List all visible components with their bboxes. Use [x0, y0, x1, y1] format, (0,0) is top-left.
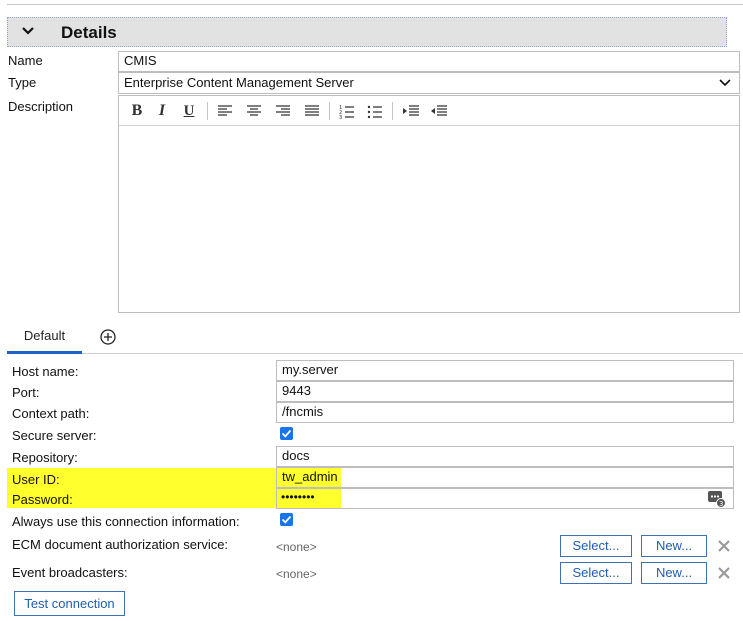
align-center-icon[interactable] [244, 101, 264, 121]
chevron-down-icon[interactable] [22, 27, 34, 35]
editor-toolbar: B I U 123 [119, 96, 739, 126]
ecm-auth-service-value: <none> [276, 540, 317, 554]
tabs-divider [7, 353, 743, 354]
checkmark-icon [281, 515, 292, 524]
user-id-label: User ID: [12, 472, 60, 487]
svg-text:3: 3 [339, 115, 342, 119]
toolbar-separator [392, 102, 393, 120]
password-label: Password: [12, 492, 73, 507]
chevron-down-icon [719, 79, 731, 87]
secure-server-checkbox[interactable] [280, 427, 293, 440]
test-connection-button[interactable]: Test connection [14, 591, 125, 616]
type-select[interactable]: Enterprise Content Management Server [118, 72, 740, 94]
checkmark-icon [281, 429, 292, 438]
svg-text:3: 3 [719, 500, 723, 508]
always-use-label: Always use this connection information: [12, 514, 240, 529]
align-right-icon[interactable] [273, 101, 293, 121]
name-label: Name [8, 53, 43, 68]
always-use-checkbox[interactable] [280, 513, 293, 526]
password-value: •••••••• [281, 490, 315, 504]
align-left-icon[interactable] [215, 101, 235, 121]
port-field[interactable]: 9443 [276, 381, 734, 402]
add-tab-icon[interactable] [100, 329, 116, 345]
italic-icon[interactable]: I [152, 101, 172, 121]
context-path-field[interactable]: /fncmis [276, 402, 734, 423]
repository-field[interactable]: docs [276, 446, 734, 467]
user-id-field[interactable]: tw_admin [276, 467, 734, 488]
context-path-label: Context path: [12, 406, 90, 421]
justify-icon[interactable] [302, 101, 322, 121]
description-label: Description [8, 99, 74, 114]
toolbar-separator [329, 102, 330, 120]
ecm-remove-icon[interactable] [717, 539, 731, 553]
event-broadcasters-label: Event broadcasters: [12, 565, 128, 580]
outdent-icon[interactable] [429, 101, 449, 121]
section-title: Details [61, 23, 117, 42]
event-select-button[interactable]: Select... [560, 562, 632, 584]
port-label: Port: [12, 385, 40, 400]
ecm-select-button[interactable]: Select... [560, 535, 632, 557]
details-section-header[interactable]: Details [7, 17, 727, 47]
top-divider [7, 4, 743, 5]
event-new-button[interactable]: New... [641, 562, 707, 584]
password-manager-icon[interactable]: 3 [708, 490, 726, 508]
type-label: Type [8, 75, 37, 90]
name-field[interactable]: CMIS [118, 51, 740, 72]
bullet-list-icon[interactable] [365, 101, 385, 121]
underline-icon[interactable]: U [179, 101, 199, 121]
host-name-label: Host name: [12, 364, 79, 379]
repository-label: Repository: [12, 450, 78, 465]
ecm-auth-service-label: ECM document authorization service: [12, 537, 229, 552]
host-name-field[interactable]: my.server [276, 360, 734, 381]
bold-icon[interactable]: B [127, 101, 147, 121]
description-editor[interactable]: B I U 123 [118, 95, 740, 313]
indent-icon[interactable] [401, 101, 421, 121]
toolbar-separator [207, 102, 208, 120]
tab-default[interactable]: Default [7, 323, 82, 354]
numbered-list-icon[interactable]: 123 [337, 101, 357, 121]
event-remove-icon[interactable] [717, 566, 731, 580]
password-field[interactable] [276, 488, 734, 509]
ecm-new-button[interactable]: New... [641, 535, 707, 557]
type-select-value: Enterprise Content Management Server [124, 75, 354, 90]
secure-server-label: Secure server: [12, 428, 97, 443]
event-broadcasters-value: <none> [276, 567, 317, 581]
